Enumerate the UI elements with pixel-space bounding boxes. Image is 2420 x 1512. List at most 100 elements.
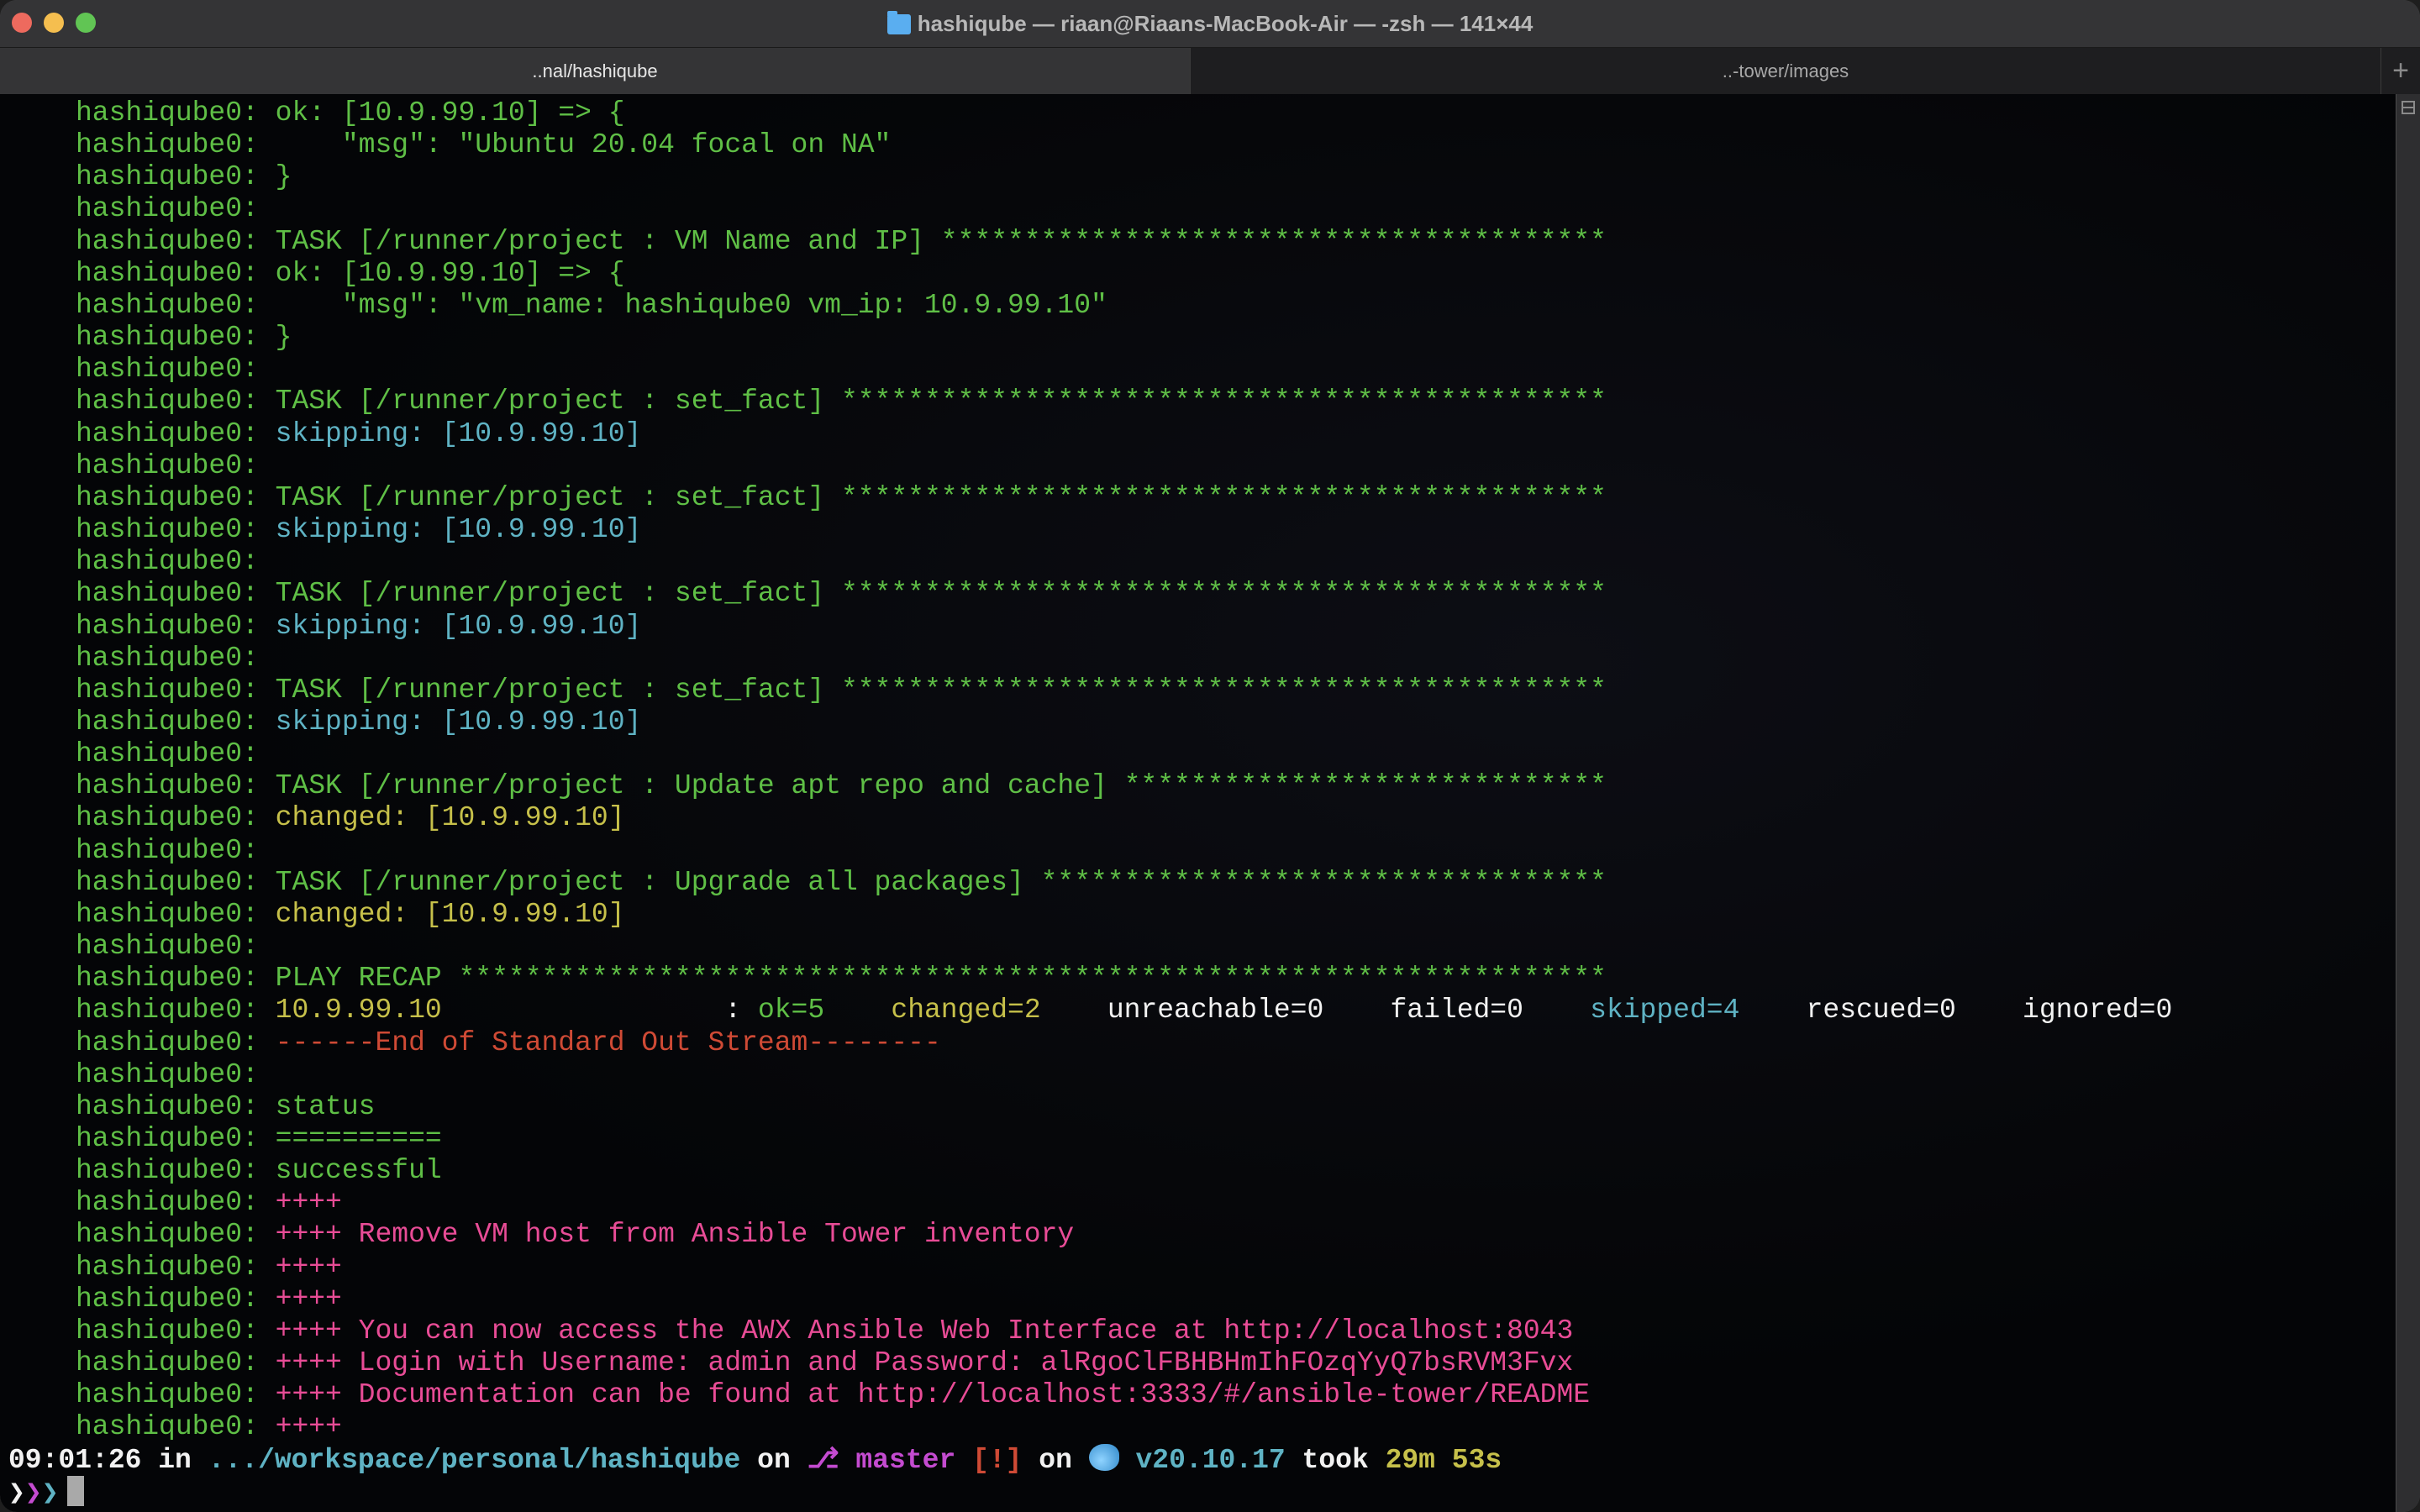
terminal-lines: hashiqube0: ok: [10.9.99.10] => {hashiqu… (0, 97, 2172, 1509)
host-prefix: hashiqube0: (76, 546, 276, 578)
terminal-line: hashiqube0: PLAY RECAP *****************… (0, 963, 2172, 995)
terminal-line: hashiqube0: ------End of Standard Out St… (0, 1027, 2172, 1059)
terminal-line: hashiqube0: (0, 738, 2172, 770)
tab-hashiqube[interactable]: ..nal/hashiqube (0, 48, 1191, 94)
terminal-line: hashiqube0: } (0, 161, 2172, 193)
terminal-line: hashiqube0: TASK [/runner/project : set_… (0, 386, 2172, 417)
terminal-line: hashiqube0: (0, 450, 2172, 482)
prompt-in-label: in (141, 1444, 208, 1476)
line-text: ok=5 (757, 995, 825, 1026)
line-text: 10.9.99.10 (275, 995, 442, 1026)
host-prefix: hashiqube0: (76, 193, 276, 225)
line-text: changed=2 (891, 995, 1041, 1026)
task-separator: ********************************** (1040, 866, 1607, 898)
scrollbar[interactable] (2396, 94, 2420, 1512)
terminal-line: hashiqube0: changed: [10.9.99.10] (0, 899, 2172, 931)
line-text (824, 995, 891, 1026)
host-prefix: hashiqube0: (76, 1347, 276, 1379)
terminal-output[interactable]: hashiqube0: ok: [10.9.99.10] => {hashiqu… (0, 94, 2396, 1512)
terminal-line: hashiqube0: ++++ (0, 1411, 2172, 1443)
terminal-line: hashiqube0: ++++ (0, 1252, 2172, 1284)
terminal-line: hashiqube0: TASK [/runner/project : set_… (0, 482, 2172, 514)
host-prefix: hashiqube0: (76, 738, 276, 770)
terminal-line: hashiqube0: 10.9.99.10 : ok=5 changed=2 … (0, 995, 2172, 1026)
host-prefix: hashiqube0: (76, 1283, 276, 1315)
host-prefix: hashiqube0: (76, 995, 276, 1026)
tab-tower-images[interactable]: ..-tower/images (1191, 48, 2381, 94)
prompt-path: .../workspace/personal/hashiqube (208, 1444, 741, 1476)
terminal-line: hashiqube0: (0, 643, 2172, 675)
shell-prompt: 09:01:26 in .../workspace/personal/hashi… (0, 1443, 2172, 1476)
host-prefix: hashiqube0: (76, 834, 276, 866)
tab-label: ..nal/hashiqube (532, 60, 658, 81)
line-text: skipping: [10.9.99.10] (275, 417, 642, 449)
task-separator: **************************************** (940, 225, 1607, 257)
line-text: TASK [/runner/project : set_fact] (275, 386, 841, 417)
terminal-line: hashiqube0: ok: [10.9.99.10] => { (0, 97, 2172, 129)
terminal-line: hashiqube0: status (0, 1091, 2172, 1123)
host-prefix: hashiqube0: (76, 225, 276, 257)
line-text: rescued=0 ignored=0 (1739, 995, 2173, 1026)
host-prefix: hashiqube0: (76, 322, 276, 354)
command-input-line[interactable]: ❯❯❯ (0, 1475, 2172, 1509)
terminal-line: hashiqube0: ========== (0, 1123, 2172, 1155)
host-prefix: hashiqube0: (76, 97, 276, 129)
terminal-line: hashiqube0: ++++ (0, 1187, 2172, 1219)
prompt-time: 09:01:26 (8, 1444, 142, 1476)
line-text: ========== (275, 1123, 442, 1154)
host-prefix: hashiqube0: (76, 578, 276, 610)
terminal-line: hashiqube0: (0, 193, 2172, 225)
line-text: skipped=4 (1590, 995, 1740, 1026)
split-pane-icon[interactable] (2402, 101, 2415, 114)
prompt-on-label: on (740, 1444, 808, 1476)
line-text: skipping: [10.9.99.10] (275, 706, 642, 738)
terminal-line: hashiqube0: TASK [/runner/project : set_… (0, 578, 2172, 610)
terminal-line: hashiqube0: ++++ Remove VM host from Ans… (0, 1219, 2172, 1251)
host-prefix: hashiqube0: (76, 1251, 276, 1283)
task-separator: ****************************************… (458, 963, 1607, 995)
terminal-line: hashiqube0: TASK [/runner/project : set_… (0, 675, 2172, 706)
host-prefix: hashiqube0: (76, 386, 276, 417)
title-bar: hashiqube — riaan@Riaans-MacBook-Air — -… (0, 0, 2420, 48)
host-prefix: hashiqube0: (76, 642, 276, 674)
chevron-right-icon: ❯ (8, 1478, 25, 1509)
docker-whale-icon (1088, 1443, 1119, 1471)
chevron-right-icon: ❯ (24, 1478, 42, 1509)
text-cursor[interactable] (66, 1475, 84, 1506)
host-prefix: hashiqube0: (76, 674, 276, 706)
host-prefix: hashiqube0: (76, 481, 276, 513)
terminal-line: hashiqube0: successful (0, 1155, 2172, 1187)
host-prefix: hashiqube0: (76, 770, 276, 802)
host-prefix: hashiqube0: (76, 802, 276, 834)
line-text: ok: [10.9.99.10] => { (275, 257, 625, 289)
host-prefix: hashiqube0: (76, 1411, 276, 1443)
host-prefix: hashiqube0: (76, 1123, 276, 1154)
prompt-took-label: took (1285, 1444, 1386, 1476)
line-text: "msg": "Ubuntu 20.04 focal on NA" (275, 129, 892, 161)
line-text: ++++ (275, 1187, 342, 1219)
line-text: PLAY RECAP (275, 963, 459, 995)
line-text: TASK [/runner/project : set_fact] (275, 481, 841, 513)
host-prefix: hashiqube0: (76, 1315, 276, 1347)
host-prefix: hashiqube0: (76, 931, 276, 963)
new-tab-button[interactable]: + (2381, 48, 2420, 94)
line-text: TASK [/runner/project : set_fact] (275, 674, 841, 706)
host-prefix: hashiqube0: (76, 257, 276, 289)
tab-bar: ..nal/hashiqube ..-tower/images + (0, 48, 2420, 94)
host-prefix: hashiqube0: (76, 289, 276, 321)
chevron-right-icon: ❯ (41, 1478, 59, 1509)
line-text: ------End of Standard Out Stream-------- (275, 1026, 941, 1058)
terminal-line: hashiqube0: (0, 835, 2172, 867)
task-separator: ***************************** (1123, 770, 1607, 802)
window-title: hashiqube — riaan@Riaans-MacBook-Air — -… (917, 10, 1534, 36)
host-prefix: hashiqube0: (76, 354, 276, 386)
host-prefix: hashiqube0: (76, 898, 276, 930)
terminal-line: hashiqube0: "msg": "Ubuntu 20.04 focal o… (0, 129, 2172, 161)
terminal-line: hashiqube0: skipping: [10.9.99.10] (0, 514, 2172, 546)
host-prefix: hashiqube0: (76, 963, 276, 995)
line-text: ++++ Remove VM host from Ansible Tower i… (275, 1219, 1075, 1251)
git-branch-name: master (855, 1444, 956, 1476)
line-text: } (275, 161, 292, 193)
terminal-line: hashiqube0: skipping: [10.9.99.10] (0, 706, 2172, 738)
